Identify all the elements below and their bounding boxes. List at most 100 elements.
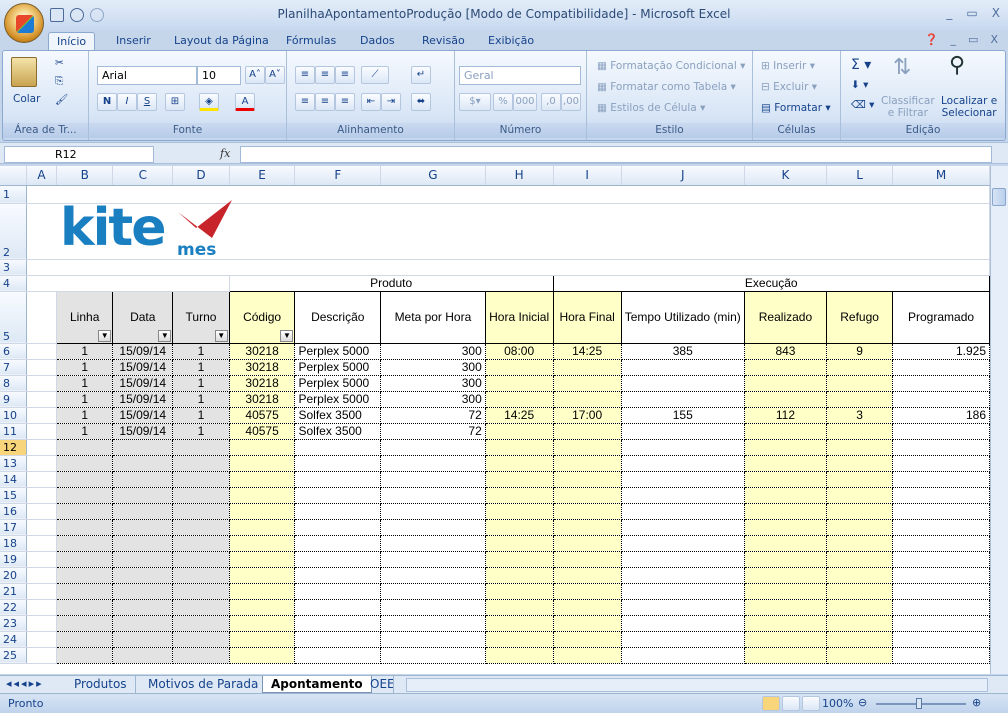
cell[interactable] — [892, 615, 990, 632]
row-header[interactable]: 22 — [0, 599, 27, 616]
cell[interactable] — [621, 471, 745, 488]
cell[interactable] — [380, 487, 486, 504]
cell[interactable] — [485, 631, 554, 648]
cell[interactable]: 15/09/14 — [112, 407, 174, 424]
filter-dropdown-icon[interactable]: ▼ — [158, 329, 172, 342]
cell[interactable]: 3 — [826, 407, 894, 424]
cell[interactable] — [744, 455, 828, 472]
cell[interactable] — [294, 551, 382, 568]
accounting-icon[interactable]: $▾ — [459, 93, 491, 111]
cell[interactable] — [744, 439, 828, 456]
maximize-button[interactable]: ▭ — [966, 6, 977, 20]
cell[interactable] — [621, 423, 745, 440]
cell[interactable] — [26, 615, 58, 632]
cell[interactable] — [621, 599, 745, 616]
horizontal-scrollbar[interactable] — [406, 678, 988, 692]
cell[interactable] — [621, 487, 745, 504]
cell[interactable] — [56, 535, 114, 552]
cell[interactable] — [172, 615, 230, 632]
cell[interactable] — [485, 455, 554, 472]
cell[interactable] — [26, 631, 58, 648]
align-middle-icon[interactable]: ≡ — [315, 66, 335, 84]
cell[interactable]: Perplex 5000 — [294, 391, 382, 408]
cell[interactable] — [826, 503, 894, 520]
sheet-tab-produtos[interactable]: Produtos — [66, 676, 136, 693]
cell[interactable] — [892, 375, 990, 392]
cell[interactable] — [56, 599, 114, 616]
cell[interactable] — [26, 259, 990, 276]
cell[interactable] — [26, 487, 58, 504]
increase-decimal-icon[interactable]: ,0 — [541, 93, 561, 111]
cell[interactable]: 15/09/14 — [112, 343, 174, 360]
row-header[interactable]: 6 — [0, 343, 27, 360]
cell[interactable] — [172, 567, 230, 584]
cell[interactable]: 385 — [621, 343, 745, 360]
header-cell[interactable]: Hora Inicial — [484, 290, 554, 344]
name-box[interactable]: R12 — [4, 146, 154, 163]
column-header[interactable]: B — [56, 166, 114, 186]
header-cell[interactable]: Turno ▼ — [172, 290, 230, 344]
column-header[interactable]: E — [229, 166, 296, 186]
cell[interactable]: 15/09/14 — [112, 375, 174, 392]
cell[interactable] — [229, 583, 296, 600]
cell[interactable] — [892, 503, 990, 520]
cell[interactable] — [826, 439, 894, 456]
cell[interactable] — [744, 615, 828, 632]
row-header[interactable]: 7 — [0, 359, 27, 376]
column-header[interactable]: K — [744, 166, 828, 186]
tab-revisao[interactable]: Revisão — [414, 32, 473, 50]
cell[interactable] — [826, 647, 894, 664]
cell[interactable] — [112, 551, 174, 568]
help-icon[interactable]: ❓ — [925, 33, 939, 46]
row-header[interactable]: 14 — [0, 471, 27, 488]
row-header[interactable]: 11 — [0, 423, 27, 440]
format-painter-icon[interactable]: 🖌 — [55, 93, 68, 106]
cell[interactable]: 30218 — [229, 359, 296, 376]
cell[interactable] — [553, 503, 622, 520]
decrease-indent-icon[interactable]: ⇤ — [361, 93, 381, 111]
sheet-tab-oee[interactable]: OEE — [362, 676, 394, 693]
sheet-tab-apontamento[interactable]: Apontamento — [262, 676, 372, 693]
row-header[interactable]: 21 — [0, 583, 27, 600]
header-cell[interactable]: Tempo Utilizado (min) — [620, 290, 745, 344]
cell[interactable] — [229, 631, 296, 648]
cell[interactable] — [229, 599, 296, 616]
cell[interactable]: 1 — [172, 423, 230, 440]
cell[interactable] — [56, 615, 114, 632]
cell[interactable] — [26, 391, 58, 408]
cut-icon[interactable]: ✂ — [55, 57, 64, 69]
filter-dropdown-icon[interactable]: ▼ — [214, 329, 228, 342]
row-header[interactable]: 13 — [0, 455, 27, 472]
cell[interactable]: 1.925 — [892, 343, 990, 360]
cell[interactable] — [26, 423, 58, 440]
cell[interactable] — [621, 567, 745, 584]
header-cell[interactable]: Data ▼ — [112, 290, 174, 344]
cell[interactable] — [294, 615, 382, 632]
cell[interactable] — [621, 551, 745, 568]
cell[interactable] — [553, 487, 622, 504]
cell[interactable] — [621, 391, 745, 408]
cell[interactable] — [485, 599, 554, 616]
cell[interactable] — [112, 535, 174, 552]
cell[interactable] — [485, 583, 554, 600]
cell[interactable] — [112, 583, 174, 600]
bold-icon[interactable]: N — [97, 93, 117, 111]
column-header[interactable]: M — [892, 166, 990, 186]
cell[interactable] — [485, 567, 554, 584]
cell[interactable] — [553, 423, 622, 440]
sheet-tab-motivos[interactable]: Motivos de Parada — [140, 676, 268, 693]
row-header[interactable]: 5 — [0, 291, 27, 344]
cell[interactable] — [229, 487, 296, 504]
column-header[interactable]: F — [294, 166, 382, 186]
cell[interactable] — [892, 455, 990, 472]
cell[interactable] — [744, 391, 828, 408]
cell[interactable] — [380, 551, 486, 568]
cell[interactable] — [229, 551, 296, 568]
sort-filter-icon[interactable]: ⇅ — [893, 55, 911, 80]
merge-center-icon[interactable]: ⬌ — [411, 93, 431, 111]
office-button[interactable] — [4, 3, 44, 43]
cell[interactable] — [621, 519, 745, 536]
cell[interactable] — [892, 647, 990, 664]
cell[interactable] — [553, 599, 622, 616]
cell[interactable] — [172, 471, 230, 488]
